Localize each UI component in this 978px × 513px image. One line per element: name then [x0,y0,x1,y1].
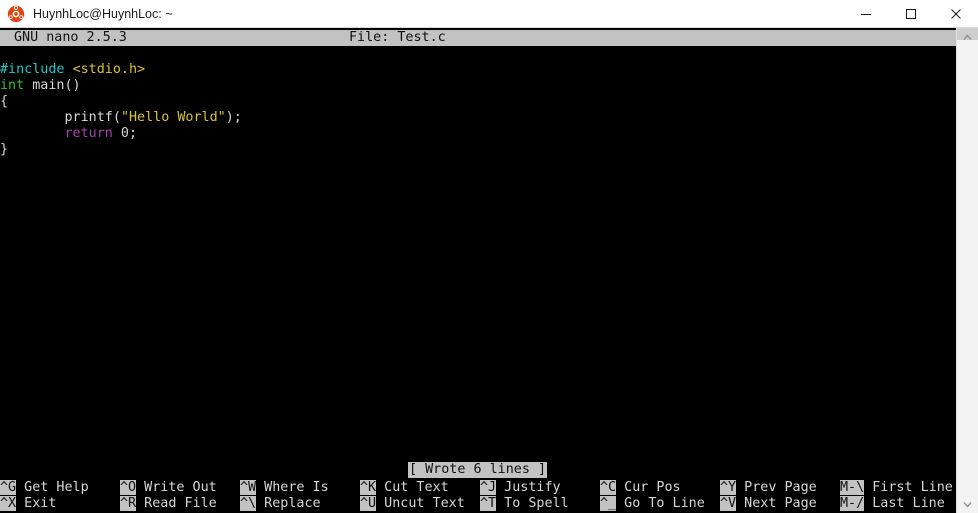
shortcut-item[interactable]: ^W Where Is [240,480,329,496]
shortcut-label: Get Help [16,480,89,495]
editor-line: int main() [0,78,956,94]
code-token-plain: main() [24,78,80,93]
code-token-plain: { [0,94,8,109]
shortcut-key: ^W [240,480,256,495]
editor-line: #include <stdio.h> [0,62,956,78]
shortcut-key: ^C [600,480,616,495]
shortcut-row: ^G Get Help ^O Write Out ^W Where Is ^K Cut… [0,480,956,496]
shortcut-item[interactable]: ^X Exit [0,496,56,512]
editor-text-area[interactable]: #include <stdio.h>int main(){ printf("He… [0,62,956,158]
shortcut-label: First Line [864,480,953,495]
ubuntu-logo-icon [7,5,25,23]
chevron-down-icon [963,501,972,508]
shortcut-label: Go To Line [616,496,705,511]
shortcut-key: ^R [120,496,136,511]
shortcut-label: Replace [256,496,321,511]
shortcut-key: ^_ [600,496,616,511]
shortcut-key: ^Y [720,480,736,495]
scrollbar-down-button[interactable] [957,495,978,513]
vertical-scrollbar[interactable] [956,28,978,513]
shortcut-item[interactable]: ^G Get Help [0,480,89,496]
minimize-icon [860,8,872,20]
code-token-plain: 0; [113,126,137,141]
terminal-content[interactable]: GNU nano 2.5.3 File: Test.c #include <st… [0,28,956,513]
shortcut-label: Prev Page [736,480,817,495]
editor-line: } [0,142,956,158]
shortcut-label: Where Is [256,480,329,495]
shortcut-item[interactable]: ^U Uncut Text [360,496,465,512]
shortcut-label: Write Out [136,480,217,495]
shortcut-key: ^J [480,480,496,495]
shortcut-key: ^X [0,496,16,511]
shortcut-key: M-\ [840,480,864,495]
shortcut-item[interactable]: ^Y Prev Page [720,480,817,496]
editor-line: return 0; [0,126,956,142]
nano-file-label: File: Test.c [349,30,446,46]
shortcut-item[interactable]: M-/ Last Line [840,496,945,512]
shortcut-key: ^T [480,496,496,511]
status-message: [ Wrote 6 lines ] [408,462,547,478]
window-title: HuynhLoc@HuynhLoc: ~ [33,7,173,21]
shortcut-key: ^K [360,480,376,495]
shortcut-key: ^\ [240,496,256,511]
shortcut-item[interactable]: ^\ Replace [240,496,321,512]
scrollbar-up-button[interactable] [957,28,978,46]
shortcut-key: M-/ [840,496,864,511]
nano-version-label: GNU nano 2.5.3 [14,30,127,46]
minimize-button[interactable] [843,0,888,28]
maximize-icon [905,8,917,20]
close-icon [950,8,962,20]
shortcut-label: Read File [136,496,217,511]
shortcut-label: Cur Pos [616,480,681,495]
window-titlebar: HuynhLoc@HuynhLoc: ~ [0,0,978,28]
shortcut-key: ^O [120,480,136,495]
maximize-button[interactable] [888,0,933,28]
code-token-plain [0,126,65,141]
code-token-plain: ); [226,110,242,125]
chevron-up-icon [963,34,972,41]
shortcut-item[interactable]: M-\ First Line [840,480,953,496]
shortcut-item[interactable]: ^V Next Page [720,496,817,512]
shortcut-item[interactable]: ^_ Go To Line [600,496,705,512]
window-controls [843,0,978,28]
shortcut-label: Last Line [864,496,945,511]
shortcut-item[interactable]: ^O Write Out [120,480,217,496]
code-token-hdr: <stdio.h> [73,62,146,77]
code-token-str: "Hello World" [121,110,226,125]
editor-line: printf("Hello World"); [0,110,956,126]
shortcut-label: Next Page [736,496,817,511]
editor-line: { [0,94,956,110]
shortcut-key: ^V [720,496,736,511]
shortcut-item[interactable]: ^C Cur Pos [600,480,681,496]
shortcut-label: Uncut Text [376,496,465,511]
code-token-type: int [0,78,24,93]
code-token-plain: printf( [0,110,121,125]
terminal-window: HuynhLoc@HuynhLoc: ~ GNU na [0,0,978,513]
shortcut-key: ^G [0,480,16,495]
shortcut-item[interactable]: ^J Justify [480,480,561,496]
shortcut-label: To Spell [496,496,569,511]
code-token-plain: } [0,142,8,157]
nano-header-bar: GNU nano 2.5.3 File: Test.c [0,30,956,46]
shortcut-item[interactable]: ^K Cut Text [360,480,449,496]
shortcut-label: Cut Text [376,480,449,495]
shortcut-row: ^X Exit ^R Read File ^\ Replace ^U Uncut Te… [0,496,956,512]
shortcut-label: Justify [496,480,561,495]
shortcut-key: ^U [360,496,376,511]
code-token-pre: #include [0,62,65,77]
shortcut-item[interactable]: ^R Read File [120,496,217,512]
code-token-kw: return [65,126,113,141]
close-button[interactable] [933,0,978,28]
shortcut-label: Exit [16,496,56,511]
shortcut-bar: ^G Get Help ^O Write Out ^W Where Is ^K Cut… [0,480,956,512]
code-token-plain [65,62,73,77]
shortcut-item[interactable]: ^T To Spell [480,496,569,512]
